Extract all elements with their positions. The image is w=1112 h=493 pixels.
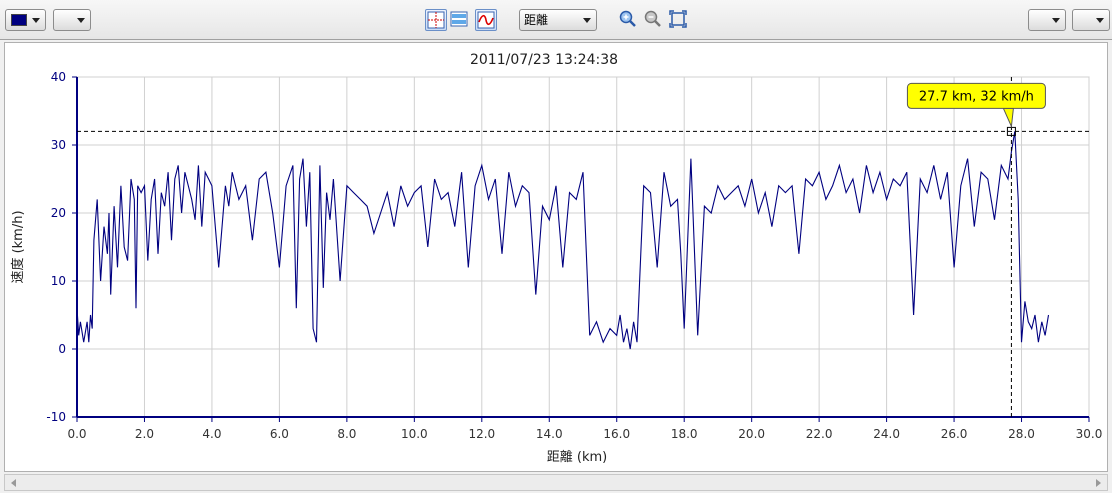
chevron-down-icon bbox=[583, 18, 591, 23]
x-tick-label: 4.0 bbox=[202, 427, 221, 441]
speed-distance-chart[interactable]: 2011/07/23 13:24:38 0.0 2.0 4.0 6.0 8.0 10.0 1… bbox=[5, 43, 1107, 471]
zoom-out-icon bbox=[644, 10, 661, 27]
color-swatch bbox=[11, 14, 27, 26]
x-tick-label: 16.0 bbox=[603, 427, 630, 441]
zoom-out-button[interactable] bbox=[643, 9, 665, 31]
y-tick-label: 40 bbox=[51, 70, 66, 84]
y-tick-label: 10 bbox=[51, 274, 66, 288]
chevron-down-icon bbox=[1096, 18, 1104, 23]
y-tick-label: -10 bbox=[46, 410, 66, 424]
smoothing-toggle-button[interactable] bbox=[475, 9, 497, 31]
horizontal-bands-icon bbox=[450, 11, 468, 27]
smooth-curve-icon bbox=[477, 11, 495, 29]
toolbar: 距離 bbox=[0, 0, 1112, 40]
scroll-right-icon[interactable] bbox=[1096, 479, 1101, 487]
zoom-in-icon bbox=[619, 10, 636, 27]
x-tick-labels: 0.0 2.0 4.0 6.0 8.0 10.0 12.0 14.0 16.0 18.0 20.0 2… bbox=[67, 427, 1102, 441]
plot-background bbox=[76, 76, 1090, 418]
x-tick-label: 18.0 bbox=[671, 427, 698, 441]
x-tick-label: 6.0 bbox=[270, 427, 289, 441]
x-tick-label: 26.0 bbox=[941, 427, 968, 441]
right-dropdown-1[interactable] bbox=[1028, 9, 1066, 31]
x-tick-label: 10.0 bbox=[401, 427, 428, 441]
x-tick-label: 24.0 bbox=[873, 427, 900, 441]
x-axis-mode-select[interactable]: 距離 bbox=[519, 9, 597, 31]
chevron-down-icon bbox=[1052, 18, 1060, 23]
x-tick-label: 0.0 bbox=[67, 427, 86, 441]
y-tick-label: 30 bbox=[51, 138, 66, 152]
x-axis-label: 距離 (km) bbox=[547, 450, 607, 465]
right-dropdown-2[interactable] bbox=[1072, 9, 1110, 31]
chart-title: 2011/07/23 13:24:38 bbox=[470, 52, 618, 68]
scroll-left-icon[interactable] bbox=[11, 479, 16, 487]
y-tick-label: 0 bbox=[58, 342, 66, 356]
x-tick-label: 22.0 bbox=[806, 427, 833, 441]
crosshair-icon bbox=[427, 11, 445, 29]
zoom-in-button[interactable] bbox=[618, 9, 640, 31]
grid bbox=[76, 76, 1090, 418]
x-tick-label: 14.0 bbox=[536, 427, 563, 441]
x-tick-label: 20.0 bbox=[738, 427, 765, 441]
cursor-tooltip-label: 27.7 km, 32 km/h bbox=[919, 89, 1034, 104]
horizontal-scrollbar[interactable] bbox=[4, 474, 1108, 491]
crosshair-toggle-button[interactable] bbox=[425, 9, 447, 31]
x-tick-label: 12.0 bbox=[468, 427, 495, 441]
band-toggle-button[interactable] bbox=[449, 9, 471, 31]
y-tick-label: 20 bbox=[51, 206, 66, 220]
zoom-fit-icon bbox=[669, 10, 687, 28]
x-axis-mode-value: 距離 bbox=[524, 13, 549, 27]
y-tick-labels: -10 0 10 20 30 40 bbox=[46, 70, 66, 424]
x-tick-label: 28.0 bbox=[1008, 427, 1035, 441]
chevron-down-icon bbox=[32, 18, 40, 23]
zoom-fit-button[interactable] bbox=[668, 9, 690, 31]
x-tick-label: 8.0 bbox=[337, 427, 356, 441]
line-style-dropdown[interactable] bbox=[53, 9, 91, 31]
chevron-down-icon bbox=[77, 18, 85, 23]
y-axis-label: 速度 (km/h) bbox=[10, 210, 26, 283]
x-tick-label: 2.0 bbox=[135, 427, 154, 441]
chart-panel[interactable]: 2011/07/23 13:24:38 0.0 2.0 4.0 6.0 8.0 10.0 1… bbox=[4, 42, 1108, 472]
line-color-dropdown[interactable] bbox=[5, 9, 46, 31]
x-tick-label: 30.0 bbox=[1076, 427, 1103, 441]
